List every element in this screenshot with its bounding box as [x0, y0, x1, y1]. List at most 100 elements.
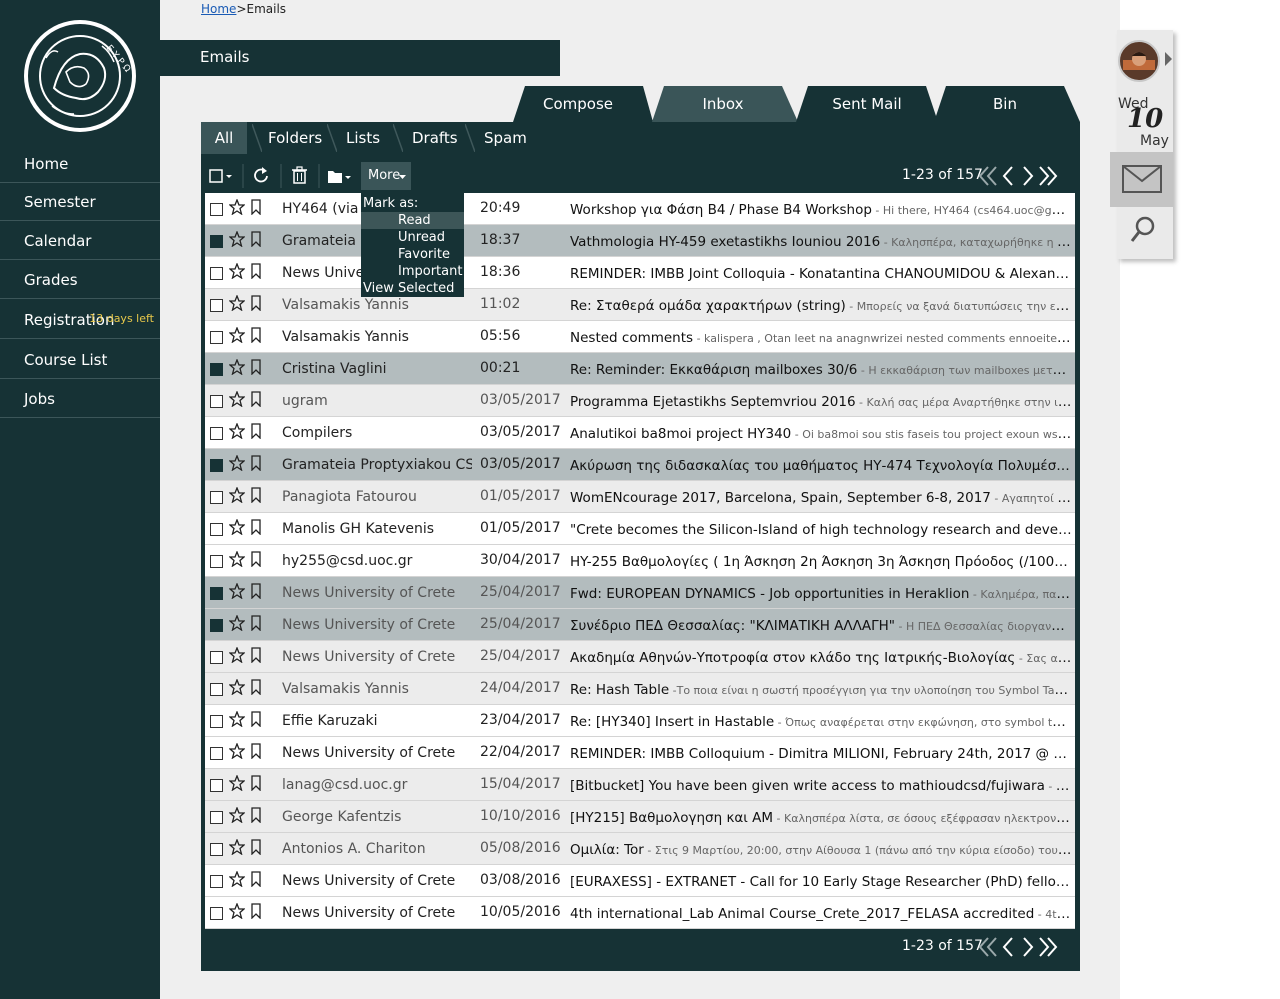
bookmark-icon[interactable] — [249, 807, 263, 823]
sidebar-item-registration[interactable]: Registration 13 days left — [0, 301, 160, 339]
prev-page-icon[interactable] — [1001, 936, 1015, 958]
sidebar-item-calendar[interactable]: Calendar — [0, 222, 160, 260]
email-sender[interactable]: Gramateia Proptyxiakou CSD — [282, 449, 472, 482]
bookmark-icon[interactable] — [249, 455, 263, 471]
row-checkbox[interactable] — [210, 299, 223, 312]
email-sender[interactable]: News University of Crete — [282, 897, 472, 930]
email-row[interactable]: Gramateia Pr 18:37 Vathmologia HY-459 exet… — [205, 225, 1075, 257]
sidebar-item-semester[interactable]: Semester — [0, 183, 160, 221]
star-icon[interactable] — [229, 199, 245, 215]
email-sender[interactable]: hy255@csd.uoc.gr — [282, 545, 472, 578]
email-sender[interactable]: Valsamakis Yannis — [282, 673, 472, 706]
subnav-spam[interactable]: Spam — [484, 122, 527, 154]
row-checkbox[interactable] — [210, 331, 223, 344]
bookmark-icon[interactable] — [249, 391, 263, 407]
sidebar-item-jobs[interactable]: Jobs — [0, 380, 160, 418]
email-subject-line[interactable]: Re: Hash Table -Το ποια είναι η σωστή πρ… — [570, 673, 1072, 708]
subnav-lists[interactable]: Lists — [346, 122, 380, 154]
row-checkbox[interactable] — [210, 555, 223, 568]
tab-inbox[interactable]: Inbox — [648, 86, 798, 122]
star-icon[interactable] — [229, 455, 245, 471]
subnav-folders[interactable]: Folders — [268, 122, 322, 154]
bookmark-icon[interactable] — [249, 519, 263, 535]
next-page-icon[interactable] — [1021, 936, 1035, 958]
row-checkbox[interactable] — [210, 363, 223, 376]
email-row[interactable]: HY464 (via D 20:49 Workshop για Φάση Β4 / … — [205, 193, 1075, 225]
email-sender[interactable]: Valsamakis Yannis — [282, 321, 472, 354]
more-dropdown[interactable]: More — [361, 162, 411, 190]
sidebar-item-home[interactable]: Home — [0, 145, 160, 183]
bookmark-icon[interactable] — [249, 583, 263, 599]
email-sender[interactable]: News University of Crete — [282, 641, 472, 674]
bookmark-icon[interactable] — [249, 615, 263, 631]
star-icon[interactable] — [229, 487, 245, 503]
email-sender[interactable]: ugram — [282, 385, 472, 418]
email-row[interactable]: ugram 03/05/2017 Programma Ejetastikhs Sep… — [205, 385, 1075, 417]
email-subject-line[interactable]: Vathmologia HY-459 exetastikhs Iouniou 2… — [570, 225, 1072, 260]
star-icon[interactable] — [229, 327, 245, 343]
subnav-drafts[interactable]: Drafts — [412, 122, 458, 154]
row-checkbox[interactable] — [210, 459, 223, 472]
email-subject-line[interactable]: 4th international_Lab Animal Course_Cret… — [570, 897, 1072, 932]
email-subject-line[interactable]: Re: [HY340] Insert in Hastable - Όπως αν… — [570, 705, 1072, 740]
email-row[interactable]: George Kafentzis 10/10/2016 [HY215] Βαθμολ… — [205, 801, 1075, 833]
email-sender[interactable]: News University of Crete — [282, 865, 472, 898]
row-checkbox[interactable] — [210, 395, 223, 408]
email-row[interactable]: Panagiota Fatourou 01/05/2017 WomENcourage… — [205, 481, 1075, 513]
email-row[interactable]: hy255@csd.uoc.gr 30/04/2017 HY-255 Βαθμολο… — [205, 545, 1075, 577]
row-checkbox[interactable] — [210, 267, 223, 280]
row-checkbox[interactable] — [210, 523, 223, 536]
row-checkbox[interactable] — [210, 619, 223, 632]
prev-page-icon[interactable] — [1001, 165, 1015, 187]
bookmark-icon[interactable] — [249, 647, 263, 663]
row-checkbox[interactable] — [210, 715, 223, 728]
move-to-folder-dropdown[interactable] — [326, 162, 354, 190]
star-icon[interactable] — [229, 679, 245, 695]
refresh-button[interactable] — [250, 162, 272, 190]
bookmark-icon[interactable] — [249, 679, 263, 695]
first-page-icon[interactable] — [978, 936, 998, 958]
select-all-dropdown[interactable] — [207, 162, 237, 190]
email-subject-line[interactable]: "Crete becomes the Silicon-Island of hig… — [570, 513, 1072, 548]
star-icon[interactable] — [229, 775, 245, 791]
bookmark-icon[interactable] — [249, 423, 263, 439]
star-icon[interactable] — [229, 519, 245, 535]
email-row[interactable]: lanag@csd.uoc.gr 15/04/2017 [Bitbucket] Yo… — [205, 769, 1075, 801]
star-icon[interactable] — [229, 903, 245, 919]
tab-bin[interactable]: Bin — [930, 86, 1080, 122]
bookmark-icon[interactable] — [249, 487, 263, 503]
email-sender[interactable]: lanag@csd.uoc.gr — [282, 769, 472, 802]
menu-item-unread[interactable]: Unread — [398, 229, 445, 246]
star-icon[interactable] — [229, 711, 245, 727]
star-icon[interactable] — [229, 807, 245, 823]
bookmark-icon[interactable] — [249, 711, 263, 727]
email-row[interactable]: Antonios A. Chariton 05/08/2016 Ομιλία: To… — [205, 833, 1075, 865]
row-checkbox[interactable] — [210, 811, 223, 824]
bookmark-icon[interactable] — [249, 903, 263, 919]
email-subject-line[interactable]: Re: Σταθερά ομάδα χαρακτήρων (string) - … — [570, 289, 1072, 324]
email-sender[interactable]: Cristina Vaglini — [282, 353, 472, 386]
email-row[interactable]: Cristina Vaglini 00:21 Re: Reminder: Εκκαθ… — [205, 353, 1075, 385]
bookmark-icon[interactable] — [249, 775, 263, 791]
email-subject-line[interactable]: [EURAXESS] - EXTRANET - Call for 10 Earl… — [570, 865, 1072, 900]
email-sender[interactable]: News University of Crete — [282, 577, 472, 610]
bookmark-icon[interactable] — [249, 743, 263, 759]
avatar[interactable] — [1117, 40, 1165, 82]
mail-shortcut-button[interactable] — [1110, 152, 1173, 207]
email-sender[interactable]: Compilers — [282, 417, 472, 450]
bookmark-icon[interactable] — [249, 295, 263, 311]
email-subject-line[interactable]: Re: Reminder: Εκκαθάριση mailboxes 30/6 … — [570, 353, 1072, 388]
star-icon[interactable] — [229, 295, 245, 311]
menu-item-favorite[interactable]: Favorite — [398, 246, 450, 263]
email-row[interactable]: Compilers 03/05/2017 Analutikoi ba8moi pro… — [205, 417, 1075, 449]
sidebar-item-grades[interactable]: Grades — [0, 261, 160, 299]
star-icon[interactable] — [229, 871, 245, 887]
star-icon[interactable] — [229, 615, 245, 631]
row-checkbox[interactable] — [210, 875, 223, 888]
bookmark-icon[interactable] — [249, 359, 263, 375]
email-subject-line[interactable]: REMINDER: IMBB Colloquium - Dimitra MILI… — [570, 737, 1072, 772]
delete-button[interactable] — [290, 162, 310, 190]
star-icon[interactable] — [229, 391, 245, 407]
chevron-right-icon[interactable] — [1165, 52, 1173, 66]
bookmark-icon[interactable] — [249, 551, 263, 567]
